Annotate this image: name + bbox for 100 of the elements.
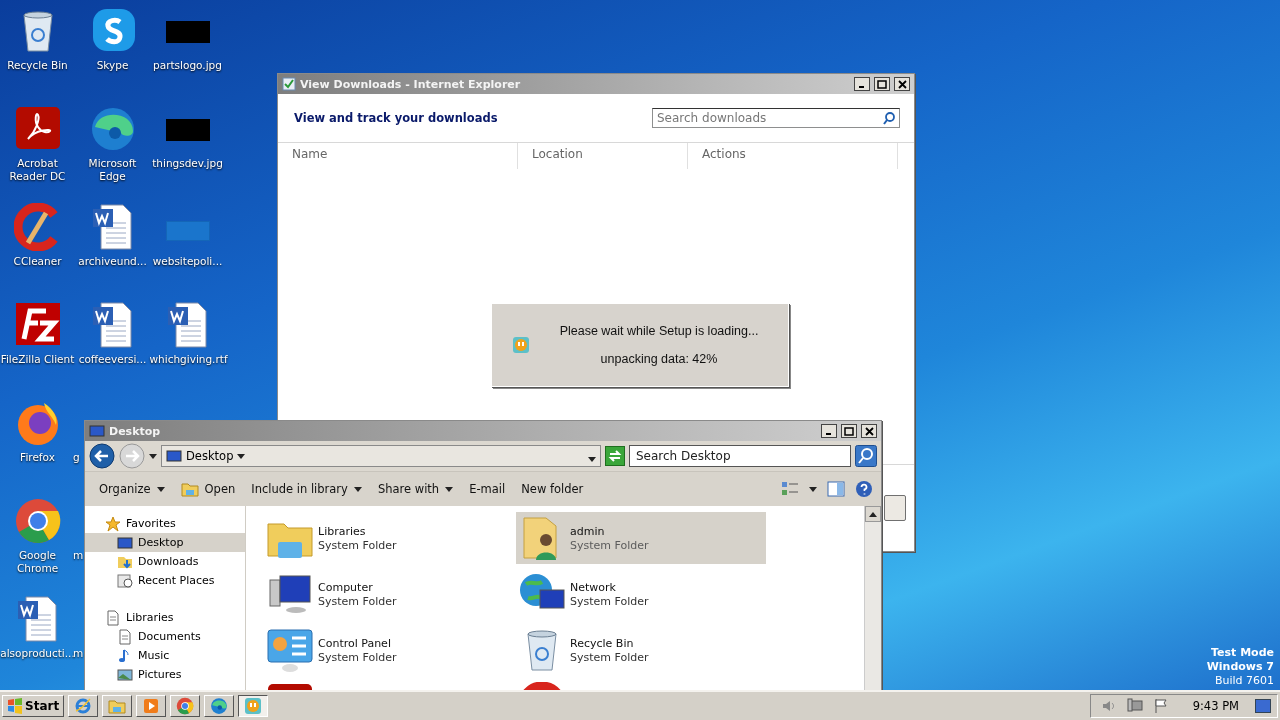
nav-group[interactable]: Libraries bbox=[85, 608, 245, 627]
search-icon bbox=[882, 111, 896, 125]
back-button[interactable] bbox=[89, 443, 115, 469]
search-field[interactable]: Search downloads bbox=[652, 108, 900, 128]
up-arrow-icon[interactable] bbox=[869, 511, 877, 517]
desktop-icon-label[interactable]: Acrobat Reader DC bbox=[0, 157, 76, 183]
desktop-icon-label[interactable]: thingsdev.jpg bbox=[149, 157, 226, 170]
desktop-icon-label[interactable]: Recycle Bin bbox=[0, 59, 76, 72]
nav-group[interactable]: Favorites bbox=[85, 514, 245, 533]
window-title: Desktop bbox=[109, 424, 162, 438]
nav-item[interactable]: Documents bbox=[85, 627, 245, 646]
toolbar-button[interactable]: Organize bbox=[93, 480, 171, 498]
taskbar-button[interactable] bbox=[238, 695, 269, 717]
desktop-icon-label[interactable]: FileZilla Client bbox=[0, 353, 76, 366]
caret-icon bbox=[353, 486, 362, 492]
toolbar-button[interactable]: Open bbox=[174, 478, 242, 500]
toolbar-button[interactable]: Share with bbox=[371, 480, 460, 498]
maximize-button[interactable] bbox=[874, 77, 890, 91]
flag-icon[interactable] bbox=[1152, 698, 1169, 714]
desktop-icon-label[interactable]: m bbox=[73, 647, 84, 660]
address-bar[interactable]: Desktop bbox=[161, 445, 601, 467]
nav-item[interactable]: Music bbox=[85, 646, 245, 665]
edition-text: Test Mode bbox=[1211, 646, 1274, 660]
desktop-icon-label[interactable]: partslogo.jpg bbox=[149, 59, 226, 72]
downloads-heading: View and track your downloads bbox=[294, 111, 498, 125]
clock[interactable]: 9:43 PM bbox=[1192, 699, 1239, 713]
column-header[interactable]: Actions bbox=[688, 143, 898, 169]
desktop-icon-label[interactable]: Skype bbox=[74, 59, 151, 72]
document-icon bbox=[105, 609, 121, 626]
nav-item[interactable]: Downloads bbox=[85, 552, 245, 571]
desktop-icon-label[interactable]: CCleaner bbox=[0, 255, 76, 268]
desktop-icon-label[interactable]: websitepoli... bbox=[149, 255, 226, 268]
dialog-button[interactable] bbox=[884, 495, 906, 521]
folder-icon bbox=[180, 480, 199, 498]
image-icon bbox=[165, 221, 210, 241]
column-header[interactable]: Name bbox=[278, 143, 518, 169]
folder-item[interactable]: Control Panel System Folder bbox=[264, 624, 514, 676]
media-player-icon bbox=[142, 697, 161, 715]
minimize-button[interactable] bbox=[821, 424, 837, 438]
help-icon[interactable] bbox=[855, 480, 873, 498]
close-icon bbox=[864, 426, 874, 436]
monitor-icon bbox=[166, 448, 182, 464]
desktop-icon-label[interactable]: Microsoft Edge bbox=[74, 157, 151, 183]
scrollbar[interactable] bbox=[864, 506, 881, 690]
desktop-icon-label[interactable]: m bbox=[73, 549, 84, 562]
desktop-icon-label[interactable]: whichgiving.rtf bbox=[149, 353, 226, 366]
windows-logo-icon bbox=[7, 698, 23, 714]
toolbar-button[interactable]: New folder bbox=[515, 480, 590, 498]
folder-item[interactable]: Libraries System Folder bbox=[264, 512, 514, 564]
star-icon bbox=[105, 515, 121, 532]
folder-item[interactable]: Network System Folder bbox=[516, 568, 766, 620]
maximize-button[interactable] bbox=[841, 424, 857, 438]
nav-item[interactable]: Recent Places bbox=[85, 571, 245, 590]
loading-message: Please wait while Setup is loading... bbox=[559, 324, 759, 338]
edition-text: Build 7601 bbox=[1214, 674, 1274, 688]
setup-app-icon bbox=[512, 336, 530, 354]
monitor-icon bbox=[89, 423, 105, 439]
maximize-icon bbox=[844, 426, 854, 436]
desktop-icon-label[interactable]: g bbox=[73, 451, 80, 464]
chrome-icon bbox=[13, 497, 62, 545]
folder-item[interactable]: admin System Folder bbox=[516, 512, 766, 564]
caret-icon bbox=[149, 453, 157, 459]
edge-icon bbox=[210, 697, 229, 715]
search-button[interactable] bbox=[855, 445, 877, 467]
folder-item[interactable]: Recycle Bin System Folder bbox=[516, 624, 766, 676]
refresh-button[interactable] bbox=[605, 446, 625, 466]
caret-icon bbox=[237, 453, 246, 459]
nav-item[interactable]: Pictures bbox=[85, 665, 245, 684]
preview-pane-icon[interactable] bbox=[827, 481, 845, 497]
image-icon bbox=[165, 119, 210, 141]
control-panel-icon bbox=[266, 626, 314, 674]
pictures-icon bbox=[117, 666, 133, 683]
caret-icon bbox=[445, 486, 454, 492]
start-button[interactable]: Start bbox=[2, 695, 65, 717]
network-icon[interactable] bbox=[1126, 698, 1143, 714]
window-title: View Downloads - Internet Explorer bbox=[300, 77, 522, 91]
toolbar-button[interactable]: E-mail bbox=[463, 480, 512, 498]
close-button[interactable] bbox=[894, 77, 910, 91]
toolbar-button[interactable]: Include in library bbox=[245, 480, 368, 498]
maximize-icon bbox=[877, 79, 887, 89]
nav-item[interactable]: Desktop bbox=[85, 533, 245, 552]
edition-text: Windows 7 bbox=[1206, 660, 1274, 674]
desktop-icon-label[interactable]: coffeeversi... bbox=[74, 353, 151, 366]
caret-icon bbox=[588, 456, 596, 462]
recent-places-icon bbox=[117, 572, 133, 589]
minimize-button[interactable] bbox=[854, 77, 870, 91]
folder-icon bbox=[108, 697, 127, 715]
document-icon bbox=[117, 628, 133, 645]
search-field[interactable]: Search Desktop bbox=[629, 445, 851, 467]
downloads-app-icon bbox=[282, 77, 296, 91]
folder-item[interactable]: Computer System Folder bbox=[264, 568, 514, 620]
setup-app-icon bbox=[244, 697, 263, 715]
monitor-icon bbox=[117, 534, 133, 551]
caret-icon bbox=[156, 486, 165, 492]
chrome-icon bbox=[176, 697, 195, 715]
desktop-icon-label[interactable]: archiveund... bbox=[74, 255, 151, 268]
close-button[interactable] bbox=[861, 424, 877, 438]
internet-explorer-icon bbox=[74, 697, 93, 715]
column-header[interactable]: Location bbox=[518, 143, 688, 169]
caret-icon bbox=[809, 486, 817, 492]
